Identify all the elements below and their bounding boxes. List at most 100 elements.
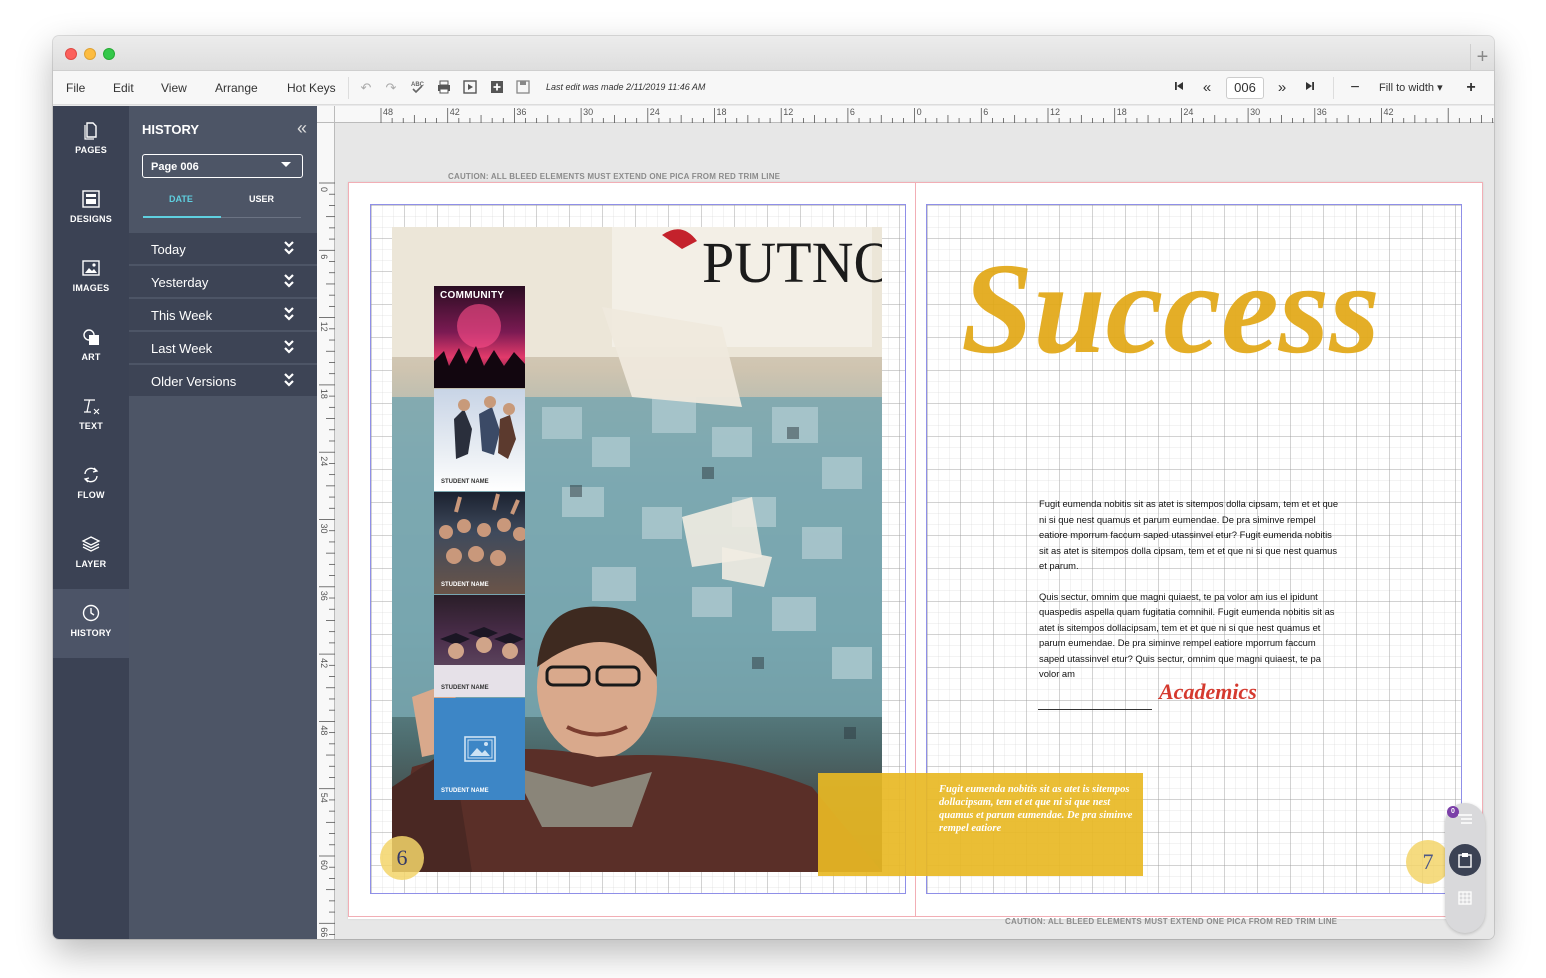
grid-icon[interactable] [1458, 891, 1472, 905]
ruler-label: 12 [319, 322, 329, 332]
rail-flow[interactable]: FLOW [53, 451, 129, 520]
ruler-label: 48 [383, 107, 393, 117]
ruler-label: 18 [319, 389, 329, 399]
strip-photo-community[interactable]: COMMUNITY [434, 286, 525, 388]
cheering-crowd-illustration [439, 493, 525, 566]
text-icon [84, 399, 100, 415]
body-paragraph-1: Fugit eumenda nobitis sit as atet is sit… [1039, 498, 1339, 571]
zoom-out-icon[interactable]: − [1347, 80, 1363, 96]
list-icon[interactable] [1457, 813, 1473, 827]
print-icon[interactable] [436, 80, 452, 96]
rail-art-label: ART [81, 352, 101, 362]
spellcheck-icon[interactable]: ABC [409, 80, 425, 96]
undo-icon[interactable]: ↶ [358, 80, 374, 96]
floating-toolbar: 0 [1445, 803, 1485, 933]
rail-designs[interactable]: DESIGNS [53, 175, 129, 244]
ruler-label: 30 [583, 107, 593, 117]
page-spread[interactable]: PUTNO COMMUNITY STUDENT NAME STUDENT NAM… [348, 182, 1483, 919]
app-window: + File Edit View Arrange Hot Keys ↶ ↷ AB… [53, 36, 1494, 939]
rail-images[interactable]: IMAGES [53, 244, 129, 313]
expand-icon [284, 274, 294, 288]
clipboard-button[interactable] [1449, 844, 1481, 876]
menu-view[interactable]: View [161, 81, 187, 95]
last-edit-status: Last edit was made 2/11/2019 11:46 AM [546, 82, 706, 92]
vertical-ruler[interactable]: 0 6 12 18 24 30 36 42 48 54 60 66 [317, 123, 335, 939]
ruler-label: 18 [717, 107, 727, 117]
close-window-button[interactable] [65, 48, 77, 60]
add-page-icon[interactable] [489, 80, 505, 96]
history-group-this-week[interactable]: This Week [129, 299, 317, 331]
body-copy[interactable]: Fugit eumenda nobitis sit as atet is sit… [1039, 496, 1339, 697]
chevron-down-icon [281, 162, 291, 167]
expand-icon [284, 307, 294, 321]
zoom-in-icon[interactable]: + [1463, 80, 1479, 96]
strip-photo-3[interactable]: STUDENT NAME [434, 595, 525, 697]
flow-icon [83, 467, 99, 483]
student-name-caption: STUDENT NAME [441, 788, 489, 794]
main-photo[interactable]: PUTNO COMMUNITY STUDENT NAME STUDENT NAM… [392, 227, 882, 872]
ruler-label: 48 [319, 725, 329, 735]
success-headline[interactable]: Success [961, 222, 1431, 412]
pages-icon [84, 122, 97, 140]
history-group-older-versions[interactable]: Older Versions [129, 365, 317, 397]
zoom-select[interactable]: Fill to width ▾ [1379, 81, 1443, 94]
preview-icon[interactable] [462, 80, 478, 96]
collapse-panel-icon[interactable]: « [297, 118, 307, 139]
ruler-label: 60 [319, 860, 329, 870]
page-number-field[interactable]: 006 [1226, 77, 1264, 99]
design-canvas[interactable]: 48 42 36 30 24 18 12 6 0 6 12 18 24 30 36 42 0 6 12 18 24 30… [317, 106, 1494, 939]
academics-heading[interactable]: Academics [1159, 679, 1257, 705]
vertical-ruler-ticks: 0 6 12 18 24 30 36 42 48 54 60 66 [319, 182, 335, 937]
rail-history[interactable]: HISTORY [53, 589, 129, 658]
clipboard-icon [1458, 853, 1472, 868]
rail-text[interactable]: TEXT [53, 382, 129, 451]
rail-pages[interactable]: PAGES [53, 106, 129, 175]
last-page-icon[interactable] [1302, 80, 1318, 96]
new-tab-button[interactable]: + [1470, 44, 1494, 70]
ruler-label: 24 [1183, 107, 1193, 117]
zoom-label: Fill to width [1379, 82, 1435, 94]
expand-icon [284, 340, 294, 354]
strip-photo-1[interactable]: STUDENT NAME [434, 389, 525, 491]
ruler-label: 66 [319, 927, 329, 937]
first-page-icon[interactable] [1171, 80, 1187, 96]
ruler-label: 24 [319, 456, 329, 466]
rail-art[interactable]: ART [53, 313, 129, 382]
zoom-divider [1333, 77, 1334, 99]
history-group-last-week[interactable]: Last Week [129, 332, 317, 364]
ruler-label: 12 [783, 107, 793, 117]
redo-icon[interactable]: ↷ [383, 80, 399, 96]
menu-file[interactable]: File [66, 81, 85, 95]
rail-pages-label: PAGES [75, 145, 107, 155]
tab-user[interactable]: USER [249, 194, 274, 204]
maximize-window-button[interactable] [103, 48, 115, 60]
tab-date[interactable]: DATE [169, 194, 193, 204]
next-page-icon[interactable]: » [1274, 80, 1290, 96]
minimize-window-button[interactable] [84, 48, 96, 60]
ruler-label: 6 [983, 107, 988, 117]
page-select[interactable]: Page 006 [142, 154, 303, 178]
history-group-yesterday[interactable]: Yesterday [129, 266, 317, 298]
history-panel: HISTORY « Page 006 DATE USER Today Yeste… [129, 106, 317, 939]
horizontal-ruler[interactable]: 48 42 36 30 24 18 12 6 0 6 12 18 24 30 36 42 [335, 106, 1494, 123]
history-group-today[interactable]: Today [129, 233, 317, 265]
student-name-caption: STUDENT NAME [441, 685, 489, 691]
previous-page-icon[interactable]: « [1199, 80, 1215, 96]
history-icon [82, 604, 100, 622]
menu-arrange[interactable]: Arrange [215, 81, 258, 95]
body-paragraph-2: Quis sectur, omnim que magni quiaest, te… [1039, 590, 1335, 680]
history-group-label: This Week [151, 308, 213, 323]
ruler-label: 36 [516, 107, 526, 117]
pull-quote-box[interactable]: Fugit eumenda nobitis sit as atet is sit… [818, 773, 1143, 876]
ruler-label: 0 [319, 187, 329, 192]
strip-photo-2[interactable]: STUDENT NAME [434, 492, 525, 594]
menu-edit[interactable]: Edit [113, 81, 134, 95]
menu-hot-keys[interactable]: Hot Keys [287, 81, 336, 95]
save-icon[interactable] [515, 80, 531, 96]
rail-designs-label: DESIGNS [70, 214, 112, 224]
ruler-label: 30 [319, 524, 329, 534]
rail-layer[interactable]: LAYER [53, 520, 129, 589]
rail-text-label: TEXT [79, 421, 103, 431]
academics-rule [1038, 709, 1152, 710]
strip-photo-placeholder[interactable]: STUDENT NAME [434, 698, 525, 800]
